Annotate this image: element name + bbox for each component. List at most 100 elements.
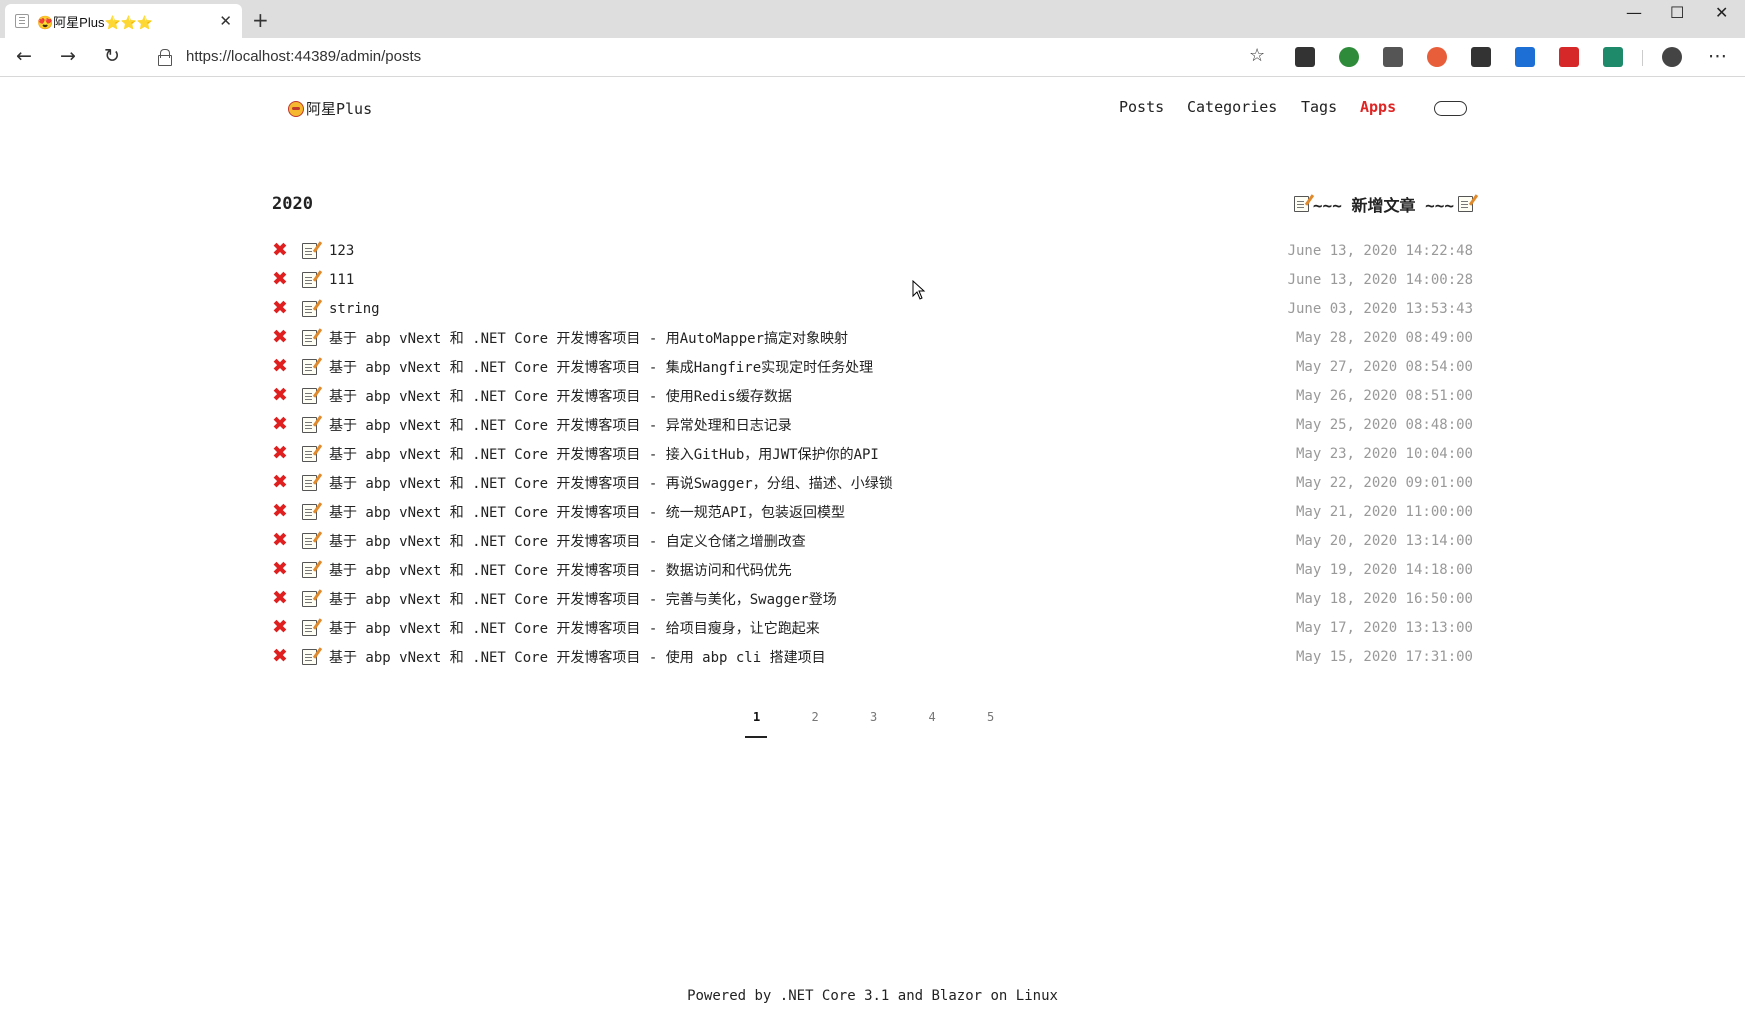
- delete-post-icon[interactable]: ✖: [272, 647, 294, 666]
- edit-post-icon[interactable]: [302, 532, 317, 549]
- favorite-star-icon[interactable]: ☆: [1249, 45, 1265, 66]
- on-extension-icon[interactable]: [1603, 47, 1623, 67]
- post-title[interactable]: 123: [329, 243, 1288, 259]
- edit-post-icon[interactable]: [302, 300, 317, 317]
- maximize-button[interactable]: ☐: [1670, 3, 1684, 22]
- post-title[interactable]: 基于 abp vNext 和 .NET Core 开发博客项目 - 再说Swag…: [329, 473, 1296, 493]
- mouse-cursor-icon: [912, 280, 926, 300]
- post-row: ✖ 基于 abp vNext 和 .NET Core 开发博客项目 - 集成Han…: [272, 352, 1473, 381]
- orange-extension-icon[interactable]: [1427, 47, 1447, 67]
- edit-post-icon[interactable]: [302, 648, 317, 665]
- page-link-3[interactable]: 3: [862, 710, 921, 738]
- tab-close-icon[interactable]: ✕: [219, 12, 232, 30]
- edit-post-icon[interactable]: [302, 242, 317, 259]
- delete-post-icon[interactable]: ✖: [272, 270, 294, 289]
- delete-post-icon[interactable]: ✖: [272, 502, 294, 521]
- delete-post-icon[interactable]: ✖: [272, 473, 294, 492]
- post-date: May 20, 2020 13:14:00: [1295, 532, 1473, 549]
- post-title[interactable]: string: [329, 301, 1288, 317]
- post-date: May 18, 2020 16:50:00: [1295, 590, 1473, 607]
- address-bar: ← → ↻ https://localhost:44389/admin/post…: [0, 38, 1745, 77]
- delete-post-icon[interactable]: ✖: [272, 531, 294, 550]
- pagination: 12345: [745, 710, 1038, 738]
- edit-post-icon[interactable]: [302, 271, 317, 288]
- post-date: June 13, 2020 14:22:48: [1287, 242, 1473, 259]
- edit-post-icon[interactable]: [302, 416, 317, 433]
- browser-tab-bar: 😍阿星Plus⭐⭐⭐ ✕ + — ☐ ✕: [0, 0, 1745, 38]
- qr-code-extension-icon[interactable]: [1295, 47, 1315, 67]
- footer-text: Powered by .NET Core 3.1 and Blazor on L…: [687, 988, 1058, 1004]
- delete-post-icon[interactable]: ✖: [272, 444, 294, 463]
- page-link-5[interactable]: 5: [979, 710, 1038, 738]
- post-title[interactable]: 基于 abp vNext 和 .NET Core 开发博客项目 - 自定义仓储之…: [329, 531, 1296, 551]
- delete-post-icon[interactable]: ✖: [272, 328, 294, 347]
- post-row: ✖ 基于 abp vNext 和 .NET Core 开发博客项目 - 使用Red…: [272, 381, 1473, 410]
- delete-post-icon[interactable]: ✖: [272, 241, 294, 260]
- delete-post-icon[interactable]: ✖: [272, 618, 294, 637]
- nav-categories[interactable]: Categories: [1187, 98, 1277, 116]
- edit-post-icon[interactable]: [302, 358, 317, 375]
- post-row: ✖ 基于 abp vNext 和 .NET Core 开发博客项目 - 异常处理和…: [272, 410, 1473, 439]
- profile-avatar[interactable]: [1662, 47, 1682, 67]
- edit-post-icon[interactable]: [302, 561, 317, 578]
- back-button[interactable]: ←: [16, 45, 32, 67]
- browser-tab[interactable]: 😍阿星Plus⭐⭐⭐ ✕: [5, 4, 242, 38]
- post-row: ✖ 基于 abp vNext 和 .NET Core 开发博客项目 - 给项目瘦身…: [272, 613, 1473, 642]
- fe-extension-icon[interactable]: [1559, 47, 1579, 67]
- nav-apps[interactable]: Apps: [1360, 98, 1396, 116]
- post-row: ✖ 基于 abp vNext 和 .NET Core 开发博客项目 - 数据访问和…: [272, 555, 1473, 584]
- page-link-1[interactable]: 1: [745, 710, 804, 738]
- post-title[interactable]: 基于 abp vNext 和 .NET Core 开发博客项目 - 统一规范AP…: [329, 502, 1296, 522]
- green-extension-icon[interactable]: [1339, 47, 1359, 67]
- git-zip-extension-icon[interactable]: [1383, 47, 1403, 67]
- delete-post-icon[interactable]: ✖: [272, 560, 294, 579]
- new-tab-button[interactable]: +: [252, 8, 269, 32]
- edit-post-icon[interactable]: [302, 445, 317, 462]
- x-extension-icon[interactable]: [1471, 47, 1491, 67]
- theme-toggle[interactable]: [1434, 101, 1467, 116]
- delete-post-icon[interactable]: ✖: [272, 299, 294, 318]
- post-date: May 15, 2020 17:31:00: [1295, 648, 1473, 665]
- post-title[interactable]: 基于 abp vNext 和 .NET Core 开发博客项目 - 数据访问和代…: [329, 560, 1296, 580]
- post-row: ✖ 基于 abp vNext 和 .NET Core 开发博客项目 - 使用 ab…: [272, 642, 1473, 671]
- nav-posts[interactable]: Posts: [1119, 98, 1164, 116]
- post-title[interactable]: 基于 abp vNext 和 .NET Core 开发博客项目 - 用AutoM…: [329, 328, 1296, 348]
- edit-post-icon[interactable]: [302, 474, 317, 491]
- post-title[interactable]: 基于 abp vNext 和 .NET Core 开发博客项目 - 使用Redi…: [329, 386, 1296, 406]
- post-date: May 22, 2020 09:01:00: [1295, 474, 1473, 491]
- blue-extension-icon[interactable]: [1515, 47, 1535, 67]
- site-logo[interactable]: 阿星Plus: [288, 98, 372, 119]
- delete-post-icon[interactable]: ✖: [272, 589, 294, 608]
- edit-post-icon[interactable]: [302, 619, 317, 636]
- post-date: May 26, 2020 08:51:00: [1295, 387, 1473, 404]
- post-title[interactable]: 基于 abp vNext 和 .NET Core 开发博客项目 - 异常处理和日…: [329, 415, 1296, 435]
- nav-tags[interactable]: Tags: [1301, 98, 1337, 116]
- post-title[interactable]: 基于 abp vNext 和 .NET Core 开发博客项目 - 接入GitH…: [329, 444, 1296, 464]
- window-close-button[interactable]: ✕: [1715, 3, 1728, 22]
- post-title[interactable]: 基于 abp vNext 和 .NET Core 开发博客项目 - 使用 abp…: [329, 647, 1296, 667]
- new-post-button[interactable]: ~~~ 新增文章 ~~~: [1293, 192, 1473, 216]
- delete-post-icon[interactable]: ✖: [272, 415, 294, 434]
- post-title[interactable]: 111: [329, 272, 1288, 288]
- post-row: ✖ 123 June 13, 2020 14:22:48: [272, 236, 1473, 265]
- post-title[interactable]: 基于 abp vNext 和 .NET Core 开发博客项目 - 集成Hang…: [329, 357, 1296, 377]
- post-date: June 03, 2020 13:53:43: [1287, 300, 1473, 317]
- delete-post-icon[interactable]: ✖: [272, 357, 294, 376]
- page-link-2[interactable]: 2: [804, 710, 863, 738]
- reload-button[interactable]: ↻: [104, 45, 120, 67]
- post-row: ✖ 基于 abp vNext 和 .NET Core 开发博客项目 - 用Auto…: [272, 323, 1473, 352]
- edit-post-icon[interactable]: [302, 387, 317, 404]
- forward-button[interactable]: →: [60, 45, 76, 67]
- edit-post-icon[interactable]: [302, 329, 317, 346]
- edit-post-icon[interactable]: [302, 590, 317, 607]
- post-row: ✖ 基于 abp vNext 和 .NET Core 开发博客项目 - 自定义仓储…: [272, 526, 1473, 555]
- minimize-button[interactable]: —: [1626, 3, 1642, 22]
- browser-menu-icon[interactable]: ⋯: [1708, 45, 1727, 67]
- post-row: ✖ 基于 abp vNext 和 .NET Core 开发博客项目 - 完善与美化…: [272, 584, 1473, 613]
- edit-post-icon[interactable]: [302, 503, 317, 520]
- post-title[interactable]: 基于 abp vNext 和 .NET Core 开发博客项目 - 给项目瘦身，…: [329, 618, 1296, 638]
- page-link-4[interactable]: 4: [921, 710, 980, 738]
- delete-post-icon[interactable]: ✖: [272, 386, 294, 405]
- post-title[interactable]: 基于 abp vNext 和 .NET Core 开发博客项目 - 完善与美化，…: [329, 589, 1296, 609]
- url-field[interactable]: https://localhost:44389/admin/posts: [186, 48, 421, 65]
